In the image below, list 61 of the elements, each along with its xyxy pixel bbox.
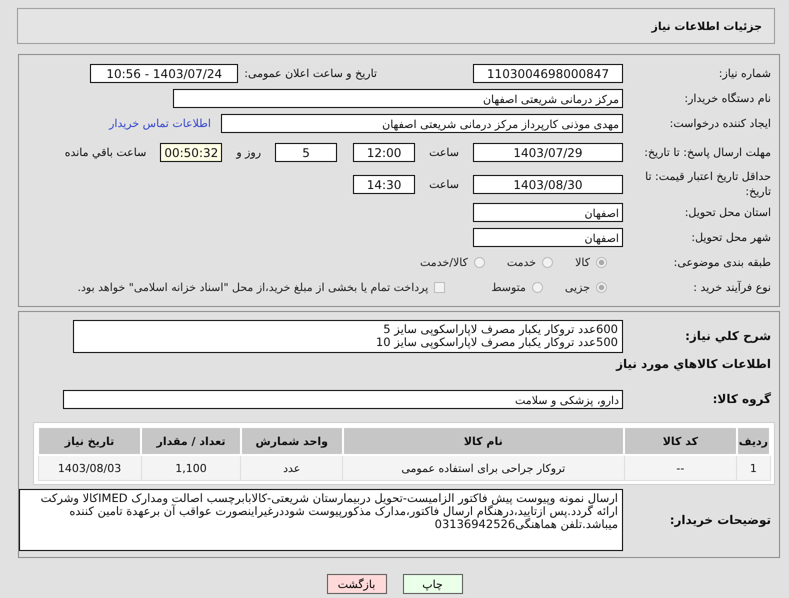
table-cell: -- xyxy=(624,455,737,480)
announce-date-field: 1403/07/24 - 10:56 xyxy=(90,64,238,83)
field-label: استان محل تحویل: xyxy=(684,205,771,220)
back-button[interactable]: بازگشت xyxy=(326,574,386,594)
column-header: ردیف xyxy=(736,427,770,455)
days-field: 5 xyxy=(275,142,338,162)
field-label: تاریخ و ساعت اعلان عمومی: xyxy=(244,67,377,80)
buyer-notes-textarea[interactable]: ارسال نمونه وپیوست پیش فاکتور الزامیست-تحویل دربیمارستان شریعتی-کالابابرچسب اصالت ومدارک IMEDکالا وشرکت ارائه گردد.پس ازتایید،درهنگام ارسال فاکتور،مدارک مذکورپیوست شوددرغیراینصورت عواقب آن برعهدة تامین کننده میباشد.تلفن هماهنگی03136942526 xyxy=(19,489,623,551)
radio-button[interactable] xyxy=(474,257,485,268)
print-button[interactable]: چاپ xyxy=(402,574,462,594)
days-label: روز و xyxy=(234,146,262,158)
field-label: شهر محل تحویل: xyxy=(690,230,771,245)
option-label: جزیی xyxy=(564,281,590,294)
time-label: ساعت xyxy=(428,178,460,190)
field-label: شماره نیاز: xyxy=(718,66,771,81)
table-cell: 1 xyxy=(736,455,770,480)
section-heading: اطلاعات کالاهاي مورد نياز xyxy=(614,356,772,373)
field-label: مهلت ارسال پاسخ: تا تاریخ: xyxy=(643,144,771,160)
field-label: گروه کالا: xyxy=(712,392,771,407)
column-header: کد کالا xyxy=(624,427,737,455)
validity-time-field: 14:30 xyxy=(353,174,416,194)
table-cell: 1,100 xyxy=(141,455,241,480)
deadline-time-field: 12:00 xyxy=(353,142,416,162)
field-label: نوع فرآیند خرید : xyxy=(692,280,771,295)
radio-button[interactable] xyxy=(542,257,554,268)
validity-date-field: 1403/08/30 xyxy=(473,174,623,194)
field-label: ایجاد کننده درخواست: xyxy=(668,116,771,131)
column-header: تعداد / مقدار xyxy=(141,427,241,455)
option-label: خدمت xyxy=(506,256,536,269)
remaining-time-field: 00:50:32 xyxy=(160,142,222,162)
option-label: کالا xyxy=(575,256,590,269)
radio-button[interactable] xyxy=(532,282,543,293)
field-label: شرح کلي نياز: xyxy=(684,329,771,344)
table-cell: عدد xyxy=(240,455,343,480)
column-header: نام کالا xyxy=(342,427,624,455)
column-header: تاریخ نیاز xyxy=(38,427,142,455)
field-label: حداقل تاریخ اعتبار قیمت: تا تاریخ: xyxy=(644,169,771,199)
buyer-contact-link[interactable]: اطلاعات تماس خریدار xyxy=(109,117,211,130)
checkbox-label: پرداخت تمام یا بخشی از مبلغ خرید،از محل "اسناد خزانه اسلامی" خواهد بود. xyxy=(78,281,428,294)
field-label: طبقه بندی موضوعی: xyxy=(672,255,771,270)
buyer-name-field: مرکز درمانی شریعتی اصفهان xyxy=(173,89,623,108)
page-title: جزئیات اطلاعات نیاز xyxy=(652,20,762,32)
checkbox[interactable] xyxy=(434,282,446,293)
option-label: کالا/خدمت xyxy=(420,256,468,269)
city-field: اصفهان xyxy=(473,228,623,247)
radio-button[interactable] xyxy=(596,257,607,268)
creator-field: مهدی موذنی کارپرداز مرکز درمانی شریعتی اصفهان xyxy=(221,114,623,133)
option-label: متوسط xyxy=(491,281,526,294)
time-label: ساعت xyxy=(428,146,460,158)
province-field: اصفهان xyxy=(473,203,623,222)
goods-group-field: دارو، پزشکی و سلامت xyxy=(63,390,623,409)
field-label: نام دستگاه خریدار: xyxy=(683,91,771,106)
column-header: واحد شمارش xyxy=(240,427,343,455)
table-cell: 1403/08/03 xyxy=(38,455,142,480)
deadline-date-field: 1403/07/29 xyxy=(473,142,623,162)
table-cell: تروکار جراحی برای استفاده عمومی xyxy=(342,455,624,480)
need-number-field: 1103004698000847 xyxy=(473,64,623,83)
radio-button[interactable] xyxy=(596,282,607,293)
field-label: توضیحات خریدار: xyxy=(668,512,771,528)
remaining-label: ساعت باقي مانده xyxy=(64,146,148,158)
description-textarea[interactable]: 600عدد تروکار یکبار مصرف لاپاراسکوپی سایز 5 500عدد تروکار یکبار مصرف لاپاراسکوپی سایز 10 xyxy=(73,320,623,353)
